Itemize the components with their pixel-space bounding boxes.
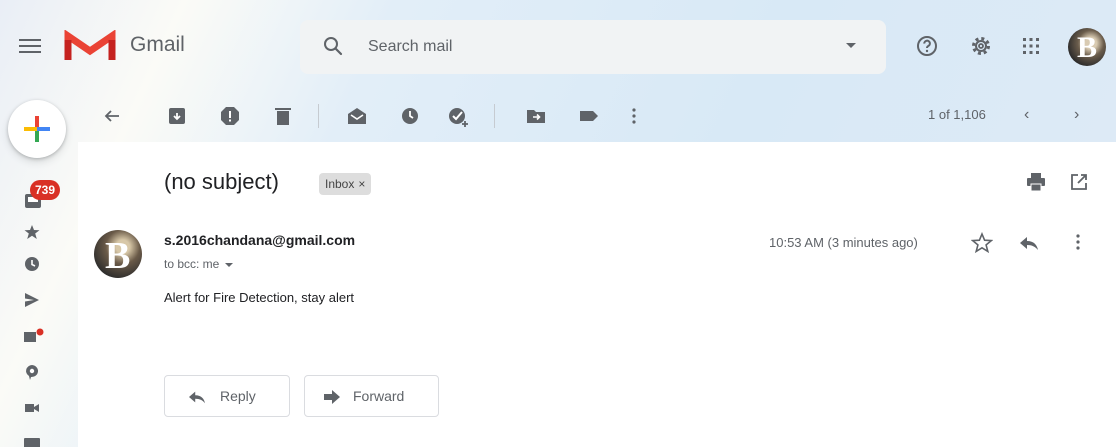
reply-icon [189,391,205,404]
snoozed-icon[interactable] [24,256,40,272]
message-timestamp: 10:53 AM (3 minutes ago) [769,235,918,250]
chat-icon[interactable] [24,364,40,380]
message-body: Alert for Fire Detection, stay alert [164,290,355,305]
reply-button[interactable]: Reply [164,375,290,417]
help-icon[interactable] [915,34,939,58]
newer-chevron-left-icon[interactable]: ‹ [1024,106,1029,124]
account-avatar[interactable]: B [1068,28,1106,66]
show-details-chevron-down-icon[interactable] [225,262,234,267]
reply-button-label: Reply [220,388,256,404]
sent-icon[interactable] [24,292,40,308]
add-task-icon[interactable] [446,104,470,128]
back-icon[interactable] [100,104,124,128]
inbox-label-chip[interactable]: Inbox × [319,173,372,195]
print-icon[interactable] [1026,172,1046,192]
pagination-count: 1 of 1,106 [928,107,986,122]
reply-icon[interactable] [1019,234,1039,252]
forward-button-label: Forward [353,388,405,404]
more-options-icon[interactable] [1068,232,1088,252]
toolbar-divider [318,104,319,128]
message-pane: (no subject) Inbox × B s.2016chandana@gma… [78,142,1116,447]
search-input[interactable] [368,33,808,61]
recipients-text: to bcc: me [164,257,220,271]
recipients-line: to bcc: me [164,257,234,271]
sender-avatar[interactable]: B [94,230,142,278]
search-icon[interactable] [323,36,343,56]
sender-email[interactable]: s.2016chandana@gmail.com [164,232,355,248]
remove-label-close-icon[interactable]: × [358,177,365,191]
forward-icon [324,390,340,404]
label-icon[interactable] [577,104,601,128]
move-to-icon[interactable] [524,104,548,128]
meet-icon[interactable] [24,400,40,416]
mark-unread-icon[interactable] [345,104,369,128]
toolbar-divider [494,104,495,128]
message-subject: (no subject) [164,169,279,194]
snooze-icon[interactable] [398,104,422,128]
keyboard-icon[interactable] [24,436,40,447]
gmail-logo-icon[interactable] [64,30,116,62]
compose-button[interactable] [8,100,66,158]
more-icon[interactable] [622,104,646,128]
open-new-window-icon[interactable] [1069,172,1089,192]
starred-icon[interactable] [24,224,40,240]
forward-button[interactable]: Forward [304,375,439,417]
search-bar[interactable] [300,20,886,74]
app-name: Gmail [130,33,185,56]
settings-icon[interactable] [969,34,993,58]
report-spam-icon[interactable] [218,104,242,128]
inbox-unread-count-badge: 739 [30,180,61,200]
search-options-chevron-down-icon[interactable] [846,43,856,48]
archive-icon[interactable] [165,104,189,128]
apps-icon[interactable] [1019,34,1043,58]
drafts-icon[interactable] [24,328,44,344]
star-icon[interactable] [971,232,993,254]
delete-icon[interactable] [271,104,295,128]
older-chevron-right-icon[interactable]: › [1074,106,1079,124]
header: Gmail B [0,0,1116,96]
label-name: Inbox [325,177,355,191]
plus-icon [24,116,50,142]
main-menu-button[interactable] [18,35,42,59]
